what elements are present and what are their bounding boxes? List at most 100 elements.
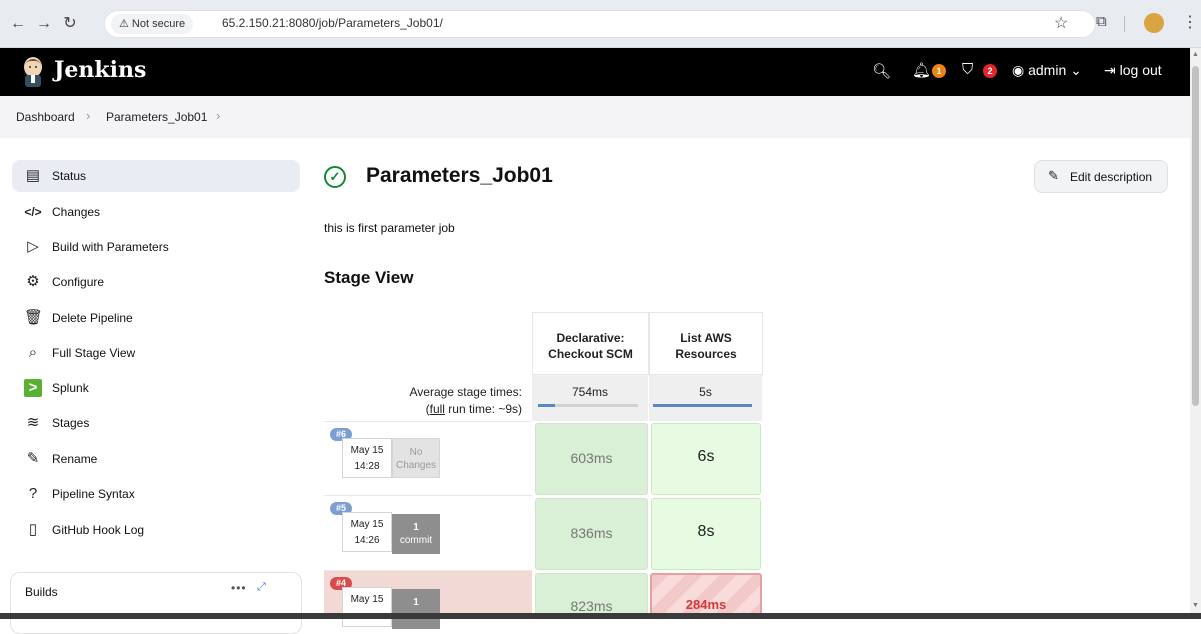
notifications-bell-icon[interactable]: 🔔︎ [912, 61, 931, 79]
bookmark-star-icon[interactable]: ☆ [1054, 13, 1068, 33]
build-row[interactable]: #6 May 15 14:28 No Changes [324, 421, 532, 495]
paren-close: ) [518, 402, 522, 416]
notifications-badge[interactable]: 1 [932, 64, 946, 78]
build-day: May 15 [350, 519, 384, 530]
chevron-down-icon: ⌄ [1070, 62, 1082, 78]
breadcrumb-chevron-icon: › [86, 108, 91, 123]
stage-duration: 284ms [685, 597, 727, 612]
not-secure-label: Not secure [131, 18, 186, 30]
edit-description-button[interactable]: ✎ Edit description [1034, 160, 1168, 193]
logout-link[interactable]: ⇥ log out [1104, 62, 1162, 79]
toolbar-divider [1124, 16, 1125, 32]
profile-avatar[interactable] [1144, 13, 1164, 33]
sidebar-item-label: Build with Parameters [52, 240, 169, 254]
pencil-icon: ✎ [1048, 168, 1059, 183]
security-badge[interactable]: 2 [983, 64, 997, 78]
play-icon: ▷ [27, 238, 39, 255]
jenkins-logo-icon[interactable] [20, 55, 46, 87]
edit-description-label: Edit description [1070, 170, 1153, 184]
breadcrumb-job[interactable]: Parameters_Job01 [106, 110, 207, 124]
build-row[interactable]: #4 May 15 1 [324, 570, 532, 629]
stage-result-cell[interactable]: 6s [651, 423, 761, 495]
address-bar[interactable]: ⚠ Not secure 65.2.150.21:8080/job/Parame… [104, 10, 1096, 38]
page-scrollbar[interactable]: ▲ ▼ [1190, 48, 1201, 619]
success-check-icon: ✓ [324, 166, 346, 188]
back-icon[interactable]: ← [8, 14, 28, 34]
stage-avg-bar [538, 404, 638, 407]
changes-top: 1 [413, 597, 419, 608]
breadcrumb-chevron-icon[interactable]: › [216, 108, 220, 123]
sidebar-item-pipeline-syntax[interactable]: ? Pipeline Syntax [12, 478, 300, 510]
build-changes[interactable]: No Changes [392, 438, 440, 478]
pencil-icon: ✎ [26, 450, 40, 467]
user-icon: ◉ [1012, 62, 1025, 78]
url-text[interactable]: 65.2.150.21:8080/job/Parameters_Job01/ [222, 16, 443, 30]
browser-toolbar: ← → ↻ ⚠ Not secure 65.2.150.21:8080/job/… [0, 0, 1201, 48]
breadcrumb-dashboard[interactable]: Dashboard [16, 110, 75, 124]
sidebar-item-changes[interactable]: </> Changes [12, 196, 300, 228]
sidebar-item-stages[interactable]: ≋ Stages [12, 407, 300, 439]
changes-bottom: commit [399, 535, 433, 546]
security-shield-icon[interactable]: ⛉ [962, 61, 973, 78]
logout-icon: ⇥ [1104, 62, 1116, 78]
clipboard-icon: ▯ [28, 521, 38, 538]
stage-name-line2: Resources [675, 347, 737, 361]
stage-header-list-aws-resources: List AWS Resources [649, 312, 763, 375]
jenkins-header: Jenkins 🔍︎ 🔔︎ 1 ⛉ 2 ◉ admin ⌄ ⇥ log out [0, 48, 1190, 96]
sidebar-item-label: Delete Pipeline [52, 311, 133, 325]
stage-result-cell[interactable]: 8s [651, 498, 761, 570]
average-label: Average stage times: [409, 385, 522, 399]
full-link[interactable]: full [430, 402, 445, 416]
changes-top: 1 [413, 522, 419, 533]
scrollbar-thumb[interactable] [1192, 66, 1199, 406]
stage-result-cell[interactable]: 603ms [535, 423, 648, 495]
stage-name-line1: Declarative: [556, 331, 625, 345]
user-menu[interactable]: ◉ admin ⌄ [1012, 62, 1082, 79]
sidebar-item-label: Full Stage View [52, 346, 136, 360]
stage-result-cell[interactable]: 836ms [535, 498, 648, 570]
help-circle-icon: ? [28, 485, 38, 502]
breadcrumb: Dashboard › Parameters_Job01 › [0, 96, 1190, 138]
stage-duration: 6s [697, 448, 715, 465]
reload-icon[interactable]: ↻ [60, 14, 80, 34]
average-times-label: Average stage times: (full run time: ~9s… [324, 375, 532, 421]
logout-label: log out [1119, 62, 1162, 78]
build-row[interactable]: #5 May 15 14:26 1 commit [324, 495, 532, 569]
full-run-time-text: run time: ~9s [448, 402, 518, 416]
sidebar-item-label: Rename [52, 452, 98, 466]
sidebar-item-full-stage-view[interactable]: ⌕ Full Stage View [12, 337, 300, 369]
stage-duration: 603ms [570, 450, 613, 466]
scroll-up-icon[interactable]: ▲ [1192, 51, 1199, 58]
build-changes[interactable]: 1 commit [392, 514, 440, 554]
splunk-icon: > [24, 379, 42, 397]
not-secure-chip[interactable]: ⚠ Not secure [111, 14, 194, 34]
sidebar-item-status[interactable]: ▤ Status [12, 160, 300, 192]
stage-duration: 836ms [570, 525, 613, 541]
browser-menu-icon[interactable]: ⋮ [1182, 12, 1198, 32]
build-date: May 15 [342, 587, 392, 627]
search-icon[interactable]: 🔍︎ [872, 62, 891, 80]
more-options-icon[interactable]: ••• [231, 581, 247, 595]
sidebar-item-delete-pipeline[interactable]: 🗑︎ Delete Pipeline [12, 302, 300, 334]
sidebar-item-configure[interactable]: ⚙ Configure [12, 266, 300, 298]
sidebar-item-splunk[interactable]: > Splunk [12, 372, 300, 404]
stage-duration: 8s [697, 523, 715, 540]
scroll-down-icon[interactable]: ▼ [1192, 602, 1199, 609]
expand-icon[interactable]: ⤢ [257, 581, 266, 594]
stage-avg-time: 5s [699, 385, 712, 399]
stage-avg-cell: 754ms [532, 375, 649, 421]
document-icon: ▤ [25, 167, 41, 184]
extensions-icon[interactable]: ⧉ [1096, 13, 1107, 30]
build-changes[interactable]: 1 [392, 589, 440, 629]
app-title[interactable]: Jenkins [54, 57, 146, 83]
forward-icon[interactable]: → [34, 14, 54, 34]
sidebar-item-rename[interactable]: ✎ Rename [12, 443, 300, 475]
layers-icon: ≋ [26, 414, 40, 431]
build-date: May 15 14:28 [342, 438, 392, 478]
sidebar-item-label: Splunk [52, 381, 89, 395]
sidebar-item-label: Pipeline Syntax [52, 487, 135, 501]
sidebar-item-build-with-parameters[interactable]: ▷ Build with Parameters [12, 231, 300, 263]
build-time: 14:28 [354, 461, 380, 472]
sidebar-item-github-hook-log[interactable]: ▯ GitHub Hook Log [12, 514, 300, 546]
full-run-time: (full run time: ~9s) [426, 402, 522, 416]
